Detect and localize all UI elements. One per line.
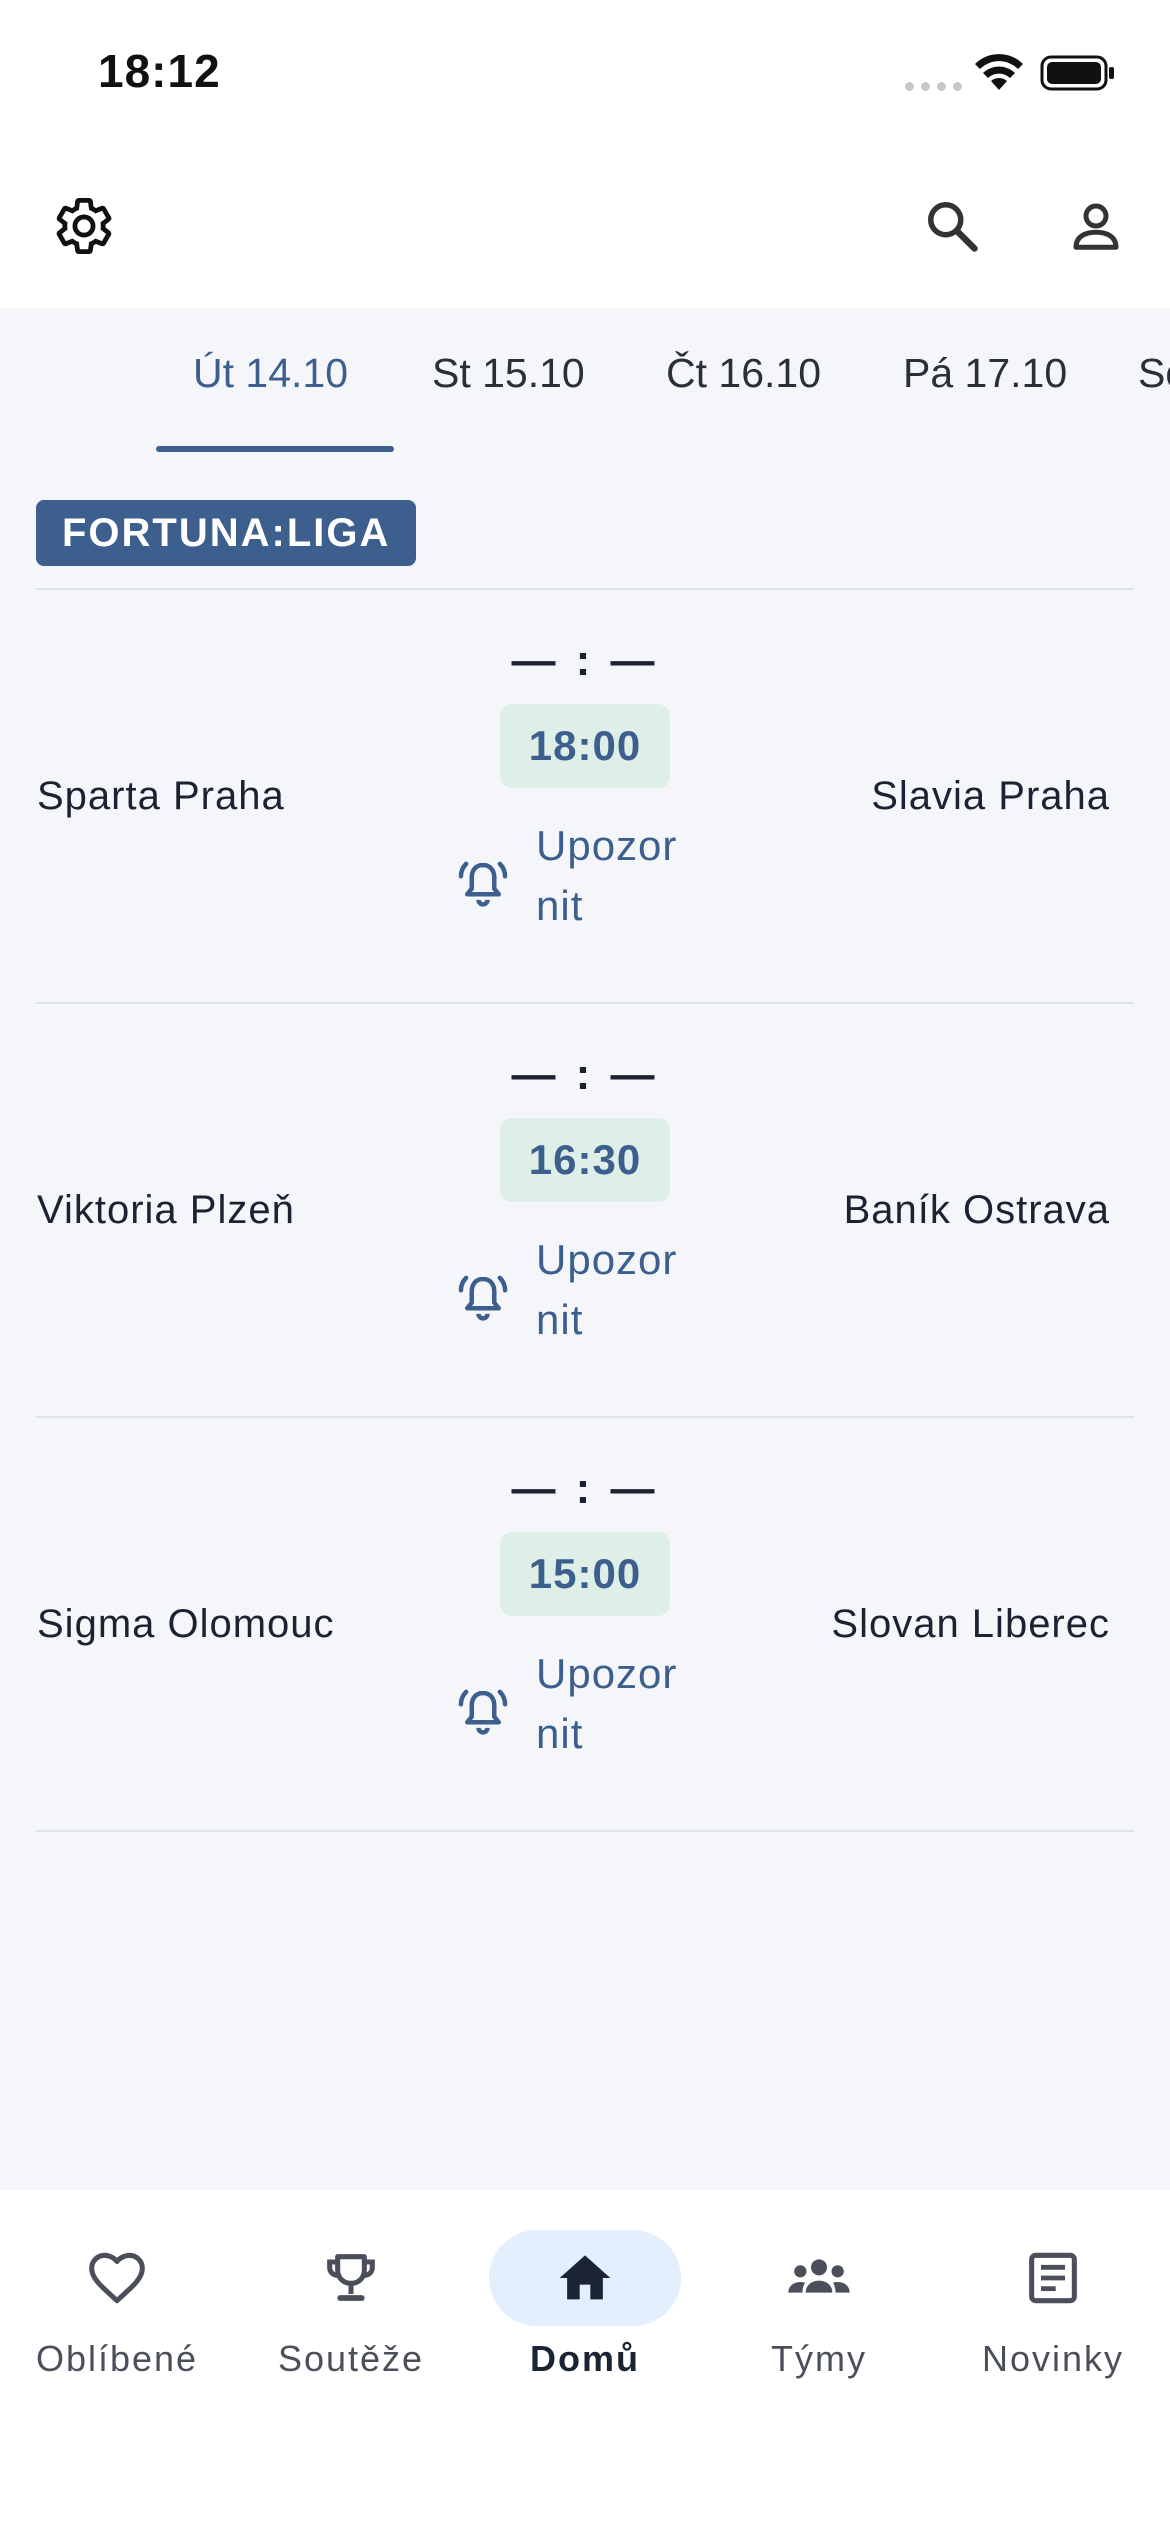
nav-item-news[interactable]: Novinky [936,2190,1170,2390]
home-icon [559,2255,611,2300]
groups-icon [788,2259,850,2293]
status-bar: 18:12 [0,0,1170,150]
cellular-signal-icon [905,82,962,91]
league-badge: FORTUNA:LIGA [36,500,417,566]
notify-button[interactable]: Upozornit [456,1644,706,1774]
main-content: Út 14.10 St 15.10 Čt 16.10 Pá 17.10 So F… [0,308,1170,2190]
kickoff-time: 18:00 [500,704,670,788]
nav-active-pill [489,2230,681,2326]
notify-button[interactable]: Upozornit [456,816,706,946]
notify-label: Upozornit [536,1650,678,1757]
battery-icon [1040,55,1114,91]
tab-date-4[interactable]: So [1138,350,1170,397]
search-icon [928,202,978,252]
bell-alert-icon [458,861,508,907]
kickoff-time: 16:30 [500,1118,670,1202]
nav-item-teams[interactable]: Týmy [702,2190,936,2390]
account-button[interactable] [1058,188,1134,264]
tab-date-3[interactable]: Pá 17.10 [903,350,1067,397]
bell-alert-icon [458,1689,508,1735]
nav-label: Oblíbené [35,2338,199,2379]
active-tab-indicator [156,446,394,452]
date-tab-bar: Út 14.10 St 15.10 Čt 16.10 Pá 17.10 So [0,308,1170,456]
article-icon [1029,2252,1077,2304]
away-team: Slovan Liberec [831,1602,1110,1646]
home-team: Sparta Praha [37,774,285,818]
bell-alert-icon [458,1275,508,1321]
heart-icon [89,2252,145,2304]
match-score: — : — [511,1464,659,1513]
trophy-icon [327,2254,375,2301]
match-row[interactable]: — : — 18:00 Sparta Praha Slavia Praha Up… [0,590,1170,1002]
top-app-bar [0,150,1170,308]
gear-icon [56,198,112,254]
away-team: Baník Ostrava [843,1188,1110,1232]
match-row[interactable]: — : — 16:30 Viktoria Plzeň Baník Ostrava… [0,1004,1170,1416]
notify-button[interactable]: Upozornit [456,1230,706,1360]
notify-label: Upozornit [536,1236,678,1343]
nav-label: Týmy [771,2338,867,2379]
tab-date-2[interactable]: Čt 16.10 [666,350,821,397]
tab-date-0[interactable]: Út 14.10 [193,350,348,397]
tab-date-1[interactable]: St 15.10 [432,350,585,397]
search-button[interactable] [914,188,990,264]
home-team: Sigma Olomouc [37,1602,335,1646]
divider [36,1830,1134,1832]
match-score: — : — [511,1050,659,1099]
nav-item-favorites[interactable]: Oblíbené [0,2190,234,2390]
person-icon [1073,203,1119,250]
home-team: Viktoria Plzeň [37,1188,295,1232]
nav-item-competitions[interactable]: Soutěže [234,2190,468,2390]
match-row[interactable]: — : — 15:00 Sigma Olomouc Slovan Liberec… [0,1418,1170,1830]
bottom-navigation: Oblíbené Soutěže Domů Týmy Novinky [0,2190,1170,2532]
match-score: — : — [511,636,659,685]
nav-label: Soutěže [277,2338,425,2379]
nav-label: Domů [530,2338,640,2379]
away-team: Slavia Praha [871,774,1110,818]
status-time: 18:12 [98,45,221,97]
notify-label: Upozornit [536,822,678,929]
nav-label: Novinky [981,2338,1125,2379]
kickoff-time: 15:00 [500,1532,670,1616]
nav-item-home[interactable]: Domů [468,2190,702,2390]
settings-button[interactable] [46,188,122,264]
wifi-icon [975,54,1023,90]
